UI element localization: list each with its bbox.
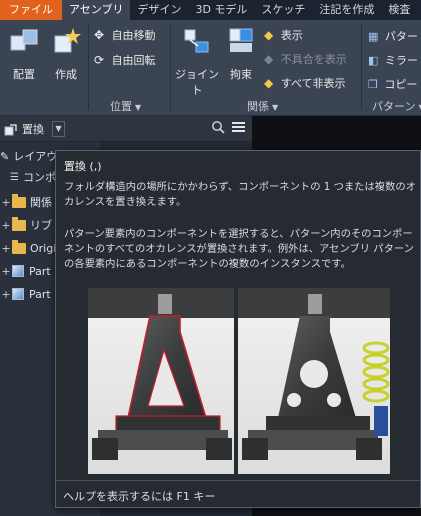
chevron-down-icon: ▼: [272, 103, 279, 112]
free-move-icon: ✥: [94, 28, 105, 42]
tooltip-details: パターン要素内のコンポーネントを選択すると、パターン内のそのコンポーネントのすべ…: [64, 228, 414, 270]
free-rotate-button[interactable]: ⟳ 自由回転: [94, 52, 156, 68]
expand-icon[interactable]: +: [0, 265, 12, 278]
create-icon: [51, 26, 81, 56]
tooltip-help-hint: ヘルプを表示するには F1 キー: [63, 490, 216, 503]
create-label: 作成: [55, 68, 77, 81]
show-sick-button[interactable]: ◆ 不具合を表示: [264, 51, 347, 67]
expand-icon[interactable]: +: [0, 242, 12, 255]
copy-button[interactable]: ❐ コピー: [368, 76, 417, 92]
part-icon: [12, 288, 24, 300]
copy-icon: ❐: [368, 78, 378, 91]
show-button[interactable]: ◆ 表示: [264, 27, 303, 43]
expand-icon[interactable]: +: [0, 219, 12, 232]
replace-icon: [4, 122, 18, 136]
pattern-label: パター: [384, 30, 418, 43]
position-panel-label[interactable]: 位置 ▼: [110, 98, 141, 114]
create-button[interactable]: 作成: [48, 26, 84, 82]
expand-icon[interactable]: +: [0, 288, 12, 301]
tree-row-label: Part: [29, 287, 51, 301]
chevron-down-icon: ▼: [135, 103, 142, 112]
expand-icon[interactable]: +: [0, 196, 12, 209]
mirror-button[interactable]: ◧ ミラー: [368, 52, 418, 68]
pattern-button[interactable]: ▦ パター: [368, 28, 418, 44]
ribbon-tab-bar: ファイル アセンブリ デザイン 3D モデル スケッチ 注記を作成 検査: [0, 0, 421, 20]
constrain-icon: [226, 26, 256, 56]
tab-file[interactable]: ファイル: [0, 0, 62, 20]
mirror-icon: ◧: [368, 54, 379, 67]
place-label: 配置: [13, 68, 35, 81]
tree-row-label: Part: [29, 264, 51, 278]
folder-icon: [12, 239, 26, 254]
mirror-label: ミラー: [384, 54, 418, 67]
tooltip-description: フォルダ構造内の場所にかかわらず、コンポーネントの 1 つまたは複数のオカレンス…: [64, 181, 416, 208]
show-icon: ◆: [264, 28, 274, 42]
chevron-down-icon[interactable]: ▼: [52, 121, 65, 137]
tab-inspect[interactable]: 検査: [381, 0, 417, 20]
menu-icon[interactable]: [232, 121, 245, 133]
tree-row-label: リブ: [30, 219, 52, 232]
relations-panel-text: 関係: [247, 100, 269, 113]
joint-label: ジョイント: [175, 68, 219, 97]
hide-all-icon: ◆: [264, 76, 274, 90]
pattern-icon: ▦: [368, 30, 379, 43]
tab-assemble[interactable]: アセンブリ: [62, 0, 131, 20]
tooltip-title: 置換 (,): [64, 160, 102, 173]
hide-all-label: すべて非表示: [280, 77, 346, 90]
part-icon: [12, 265, 24, 277]
search-icon[interactable]: [211, 120, 225, 134]
show-sick-icon: ◆: [264, 52, 274, 66]
edit-icon: ✎: [0, 149, 10, 163]
ribbon: 配置 作成 ✥ 自由移動 ⟳ 自由回転 位置 ▼ ジョイント 拘束 ◆ 表示 ◆…: [0, 20, 421, 116]
copy-label: コピー: [384, 78, 418, 91]
replace-button[interactable]: 置換 ▼: [0, 116, 72, 142]
place-button[interactable]: 配置: [6, 26, 42, 82]
list-icon: ☰: [10, 171, 19, 183]
show-sick-label: 不具合を表示: [280, 53, 347, 66]
joint-icon: [182, 26, 212, 56]
tab-annotate[interactable]: 注記を作成: [312, 0, 381, 20]
tooltip-footer: ヘルプを表示するには F1 キー: [56, 480, 420, 508]
free-move-button[interactable]: ✥ 自由移動: [94, 27, 156, 43]
pattern-panel-text: パターン: [372, 100, 416, 113]
relations-panel-label[interactable]: 関係 ▼: [247, 98, 278, 114]
free-rotate-label: 自由回転: [111, 54, 156, 67]
folder-icon: [12, 193, 26, 208]
replace-tooltip: 置換 (,) フォルダ構造内の場所にかかわらず、コンポーネントの 1 つまたは複…: [55, 150, 421, 508]
free-move-label: 自由移動: [111, 29, 156, 42]
tab-3d-model[interactable]: 3D モデル: [188, 0, 254, 20]
hide-all-button[interactable]: ◆ すべて非表示: [264, 75, 346, 91]
folder-icon: [12, 216, 26, 231]
place-icon: [9, 26, 39, 56]
position-panel-text: 位置: [110, 100, 132, 113]
tab-sketch[interactable]: スケッチ: [254, 0, 312, 20]
constrain-label: 拘束: [230, 68, 252, 81]
show-label: 表示: [280, 29, 303, 42]
free-rotate-icon: ⟳: [94, 53, 105, 67]
tooltip-illustration: [88, 288, 390, 474]
constrain-button[interactable]: 拘束: [224, 26, 258, 82]
joint-button[interactable]: ジョイント: [174, 26, 220, 98]
replace-label: 置換: [22, 123, 44, 136]
pattern-panel-label[interactable]: パターン▼: [372, 98, 421, 114]
browser-toolbar: 置換 ▼: [0, 116, 252, 142]
tree-row-label: 関係: [30, 196, 52, 209]
tab-design[interactable]: デザイン: [130, 0, 188, 20]
